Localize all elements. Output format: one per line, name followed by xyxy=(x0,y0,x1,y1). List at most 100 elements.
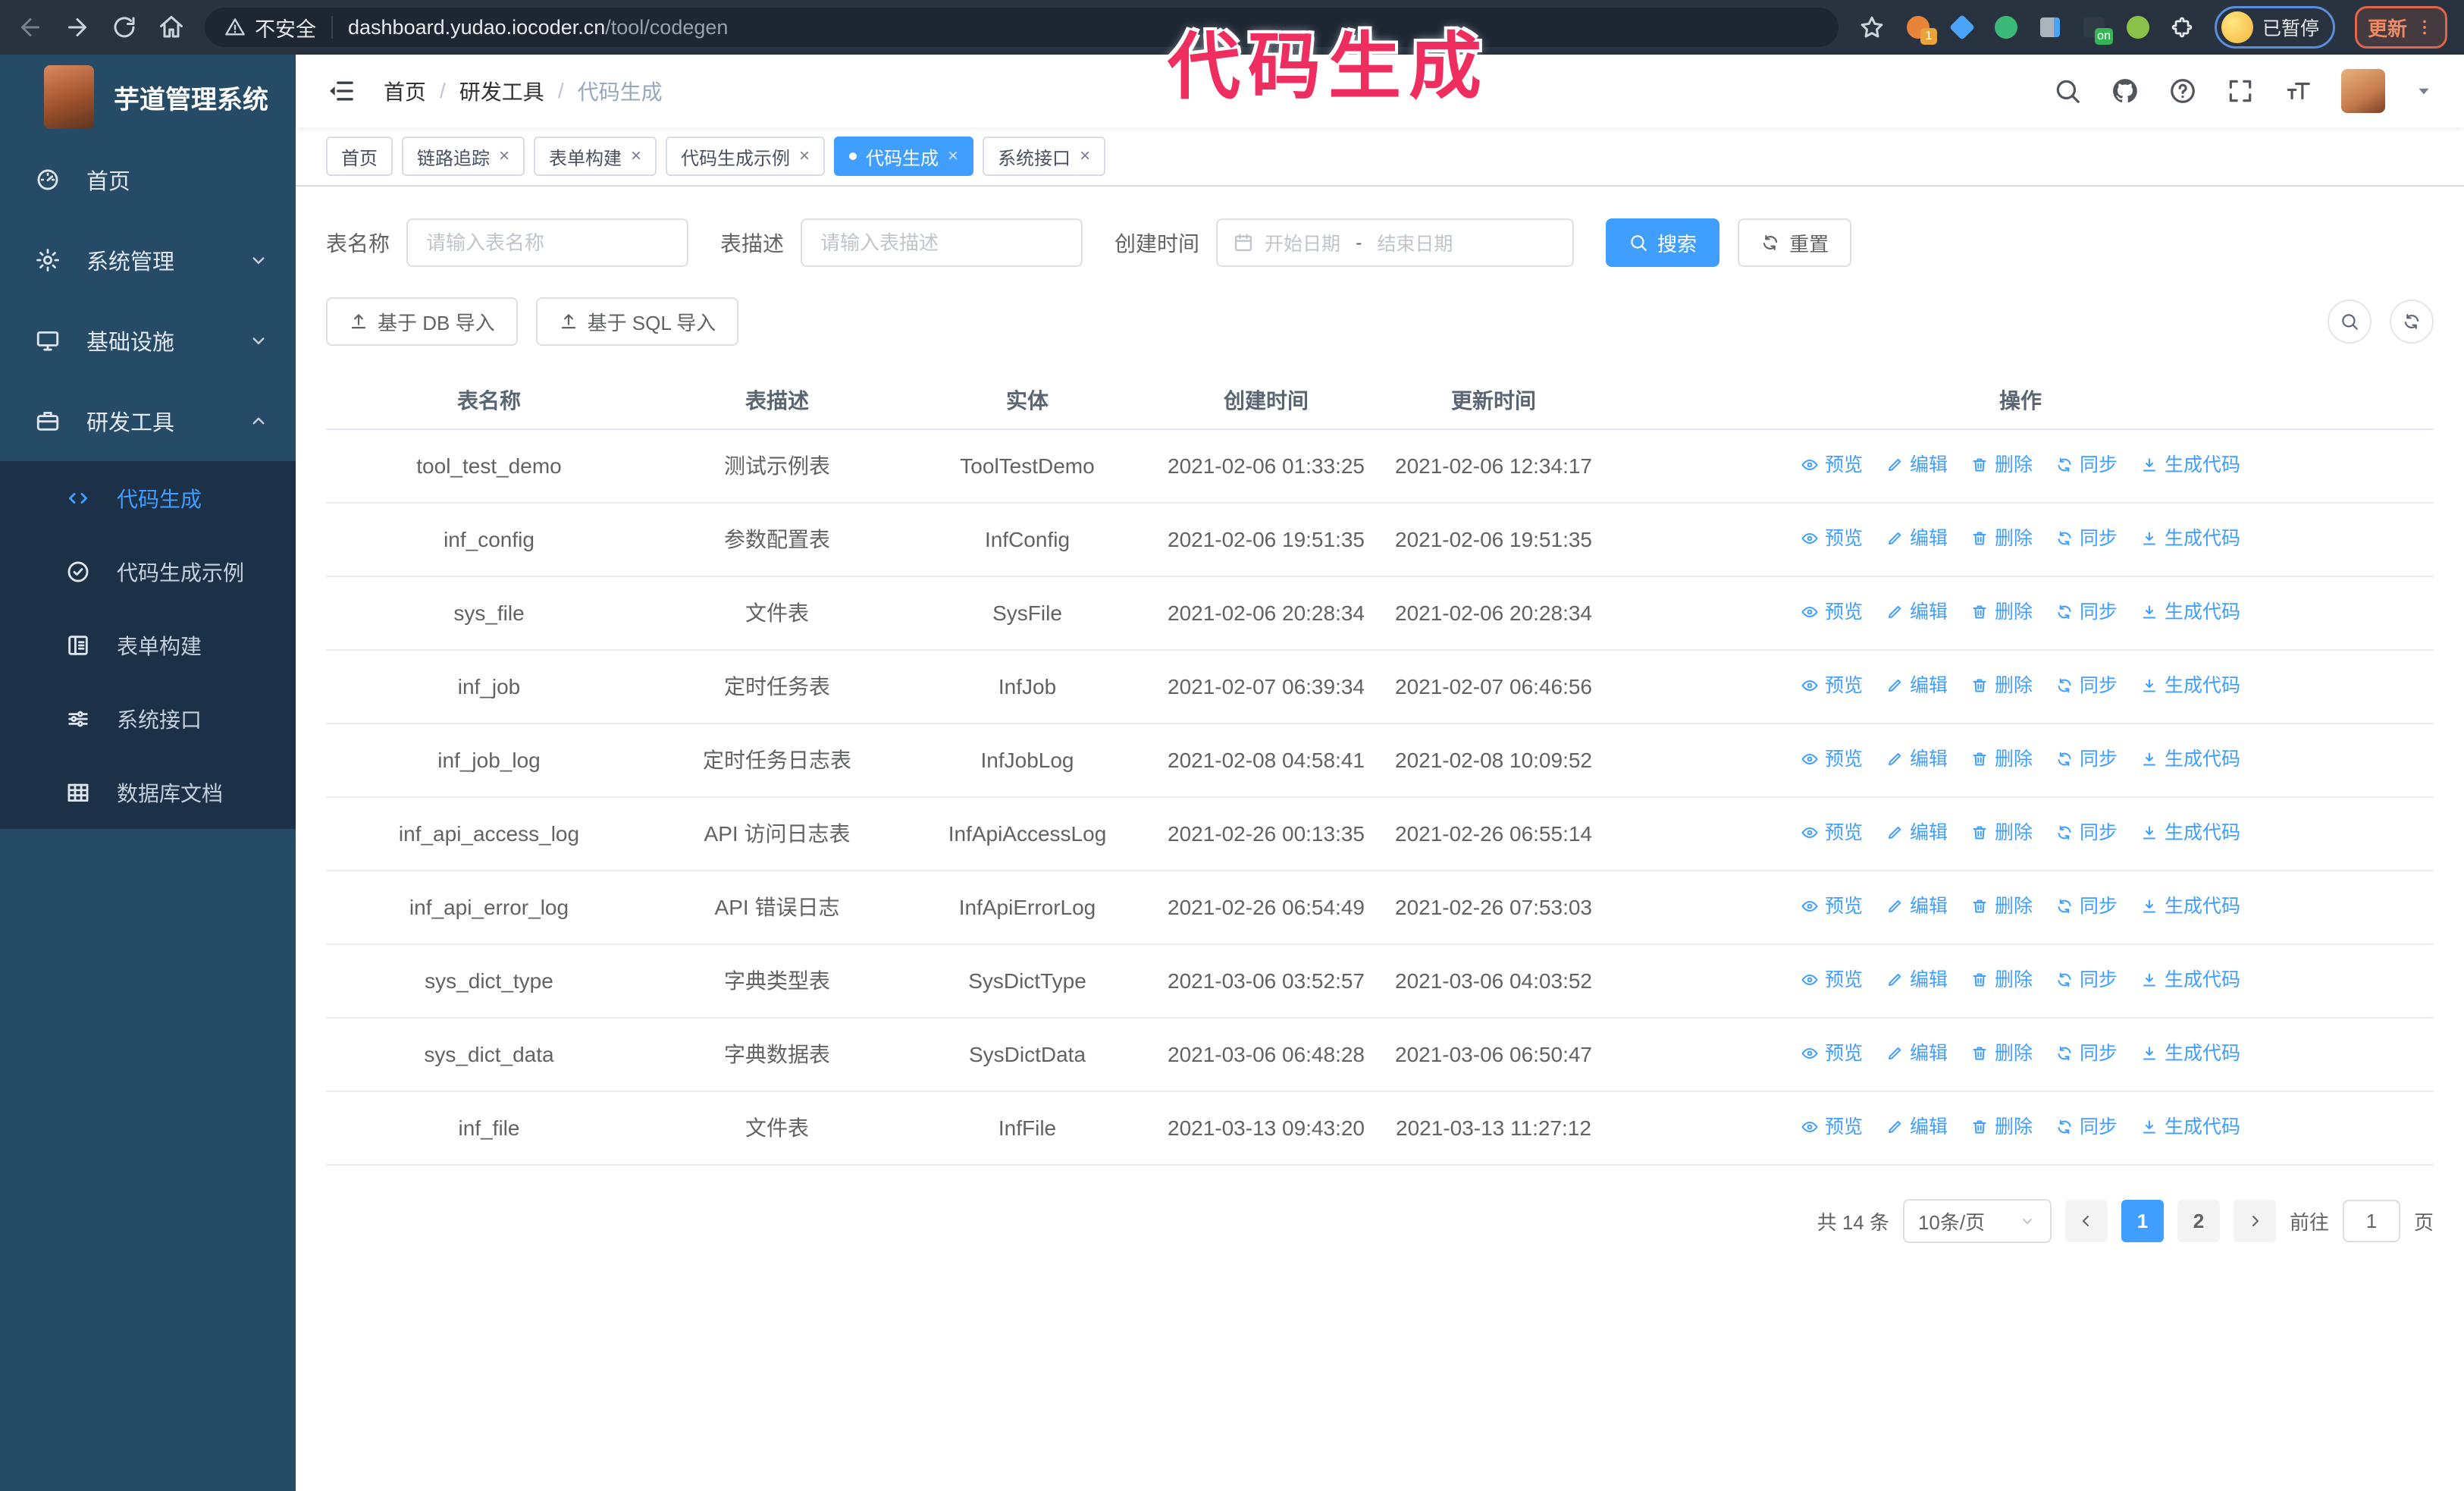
action-delete-link[interactable]: 删除 xyxy=(1970,523,2033,554)
action-preview-link[interactable]: 预览 xyxy=(1801,744,1863,774)
tab-system-api[interactable]: 系统接口 × xyxy=(983,137,1106,176)
search-icon[interactable] xyxy=(2053,77,2082,105)
action-edit-link[interactable]: 编辑 xyxy=(1886,597,1948,627)
action-sync-link[interactable]: 同步 xyxy=(2055,1112,2118,1142)
action-preview-link[interactable]: 预览 xyxy=(1801,891,1863,921)
page-size-select[interactable]: 10条/页 xyxy=(1902,1199,2052,1243)
browser-back-icon[interactable] xyxy=(17,14,44,41)
browser-home-icon[interactable] xyxy=(158,14,185,41)
breadcrumb-item[interactable]: 首页 xyxy=(384,76,426,106)
tab-tracing[interactable]: 链路追踪 × xyxy=(402,137,525,176)
action-delete-link[interactable]: 删除 xyxy=(1970,450,2033,480)
action-delete-link[interactable]: 删除 xyxy=(1970,1112,2033,1142)
breadcrumb-item[interactable]: 研发工具 xyxy=(459,76,544,106)
extension-check-icon[interactable] xyxy=(1993,14,2019,40)
extension-octo-icon[interactable] xyxy=(2125,14,2151,40)
browser-update-button[interactable]: 更新 xyxy=(2354,6,2447,49)
browser-profile-button[interactable]: 已暂停 xyxy=(2214,6,2335,49)
table-desc-input[interactable] xyxy=(801,218,1083,267)
tab-close-icon[interactable]: × xyxy=(948,147,958,165)
action-edit-link[interactable]: 编辑 xyxy=(1886,1112,1948,1142)
action-generate-link[interactable]: 生成代码 xyxy=(2140,450,2240,480)
action-delete-link[interactable]: 删除 xyxy=(1970,670,2033,701)
action-preview-link[interactable]: 预览 xyxy=(1801,670,1863,701)
tab-close-icon[interactable]: × xyxy=(799,147,810,165)
address-bar[interactable]: 不安全 dashboard.yudao.iocoder.cn/tool/code… xyxy=(205,8,1839,47)
action-edit-link[interactable]: 编辑 xyxy=(1886,670,1948,701)
action-preview-link[interactable]: 预览 xyxy=(1801,818,1863,848)
search-button[interactable]: 搜索 xyxy=(1606,218,1720,267)
action-delete-link[interactable]: 删除 xyxy=(1970,818,2033,848)
action-sync-link[interactable]: 同步 xyxy=(2055,597,2118,627)
action-delete-link[interactable]: 删除 xyxy=(1970,965,2033,995)
action-edit-link[interactable]: 编辑 xyxy=(1886,891,1948,921)
import-db-button[interactable]: 基于 DB 导入 xyxy=(326,297,518,346)
action-generate-link[interactable]: 生成代码 xyxy=(2140,1038,2240,1069)
sidebar-item-codegen-example[interactable]: 代码生成示例 xyxy=(0,535,296,608)
fullscreen-icon[interactable] xyxy=(2226,77,2255,105)
user-avatar[interactable] xyxy=(2341,69,2385,113)
app-logo[interactable]: 芋道管理系统 xyxy=(0,55,296,140)
goto-page-input[interactable] xyxy=(2342,1200,2400,1242)
tab-codegen-example[interactable]: 代码生成示例 × xyxy=(666,137,826,176)
sidebar-item-devtools[interactable]: 研发工具 xyxy=(0,381,296,461)
page-button-1[interactable]: 1 xyxy=(2121,1200,2164,1242)
tab-close-icon[interactable]: × xyxy=(631,147,641,165)
font-size-icon[interactable] xyxy=(2284,77,2312,105)
extension-puzzle-icon[interactable] xyxy=(2169,14,2195,40)
browser-forward-icon[interactable] xyxy=(64,14,91,41)
extension-gem-icon[interactable] xyxy=(1948,14,1975,40)
action-edit-link[interactable]: 编辑 xyxy=(1886,965,1948,995)
tab-codegen[interactable]: 代码生成 × xyxy=(834,137,974,176)
action-delete-link[interactable]: 删除 xyxy=(1970,891,2033,921)
tab-home[interactable]: 首页 xyxy=(326,137,393,176)
browser-menu-dots-icon[interactable] xyxy=(2415,17,2434,37)
browser-reload-icon[interactable] xyxy=(111,14,138,41)
help-icon[interactable] xyxy=(2168,77,2197,105)
action-preview-link[interactable]: 预览 xyxy=(1801,1112,1863,1142)
action-preview-link[interactable]: 预览 xyxy=(1801,1038,1863,1069)
tab-close-icon[interactable]: × xyxy=(499,147,509,165)
action-sync-link[interactable]: 同步 xyxy=(2055,670,2118,701)
create-time-range-picker[interactable]: 开始日期 - 结束日期 xyxy=(1216,218,1575,267)
sidebar-item-home[interactable]: 首页 xyxy=(0,140,296,220)
sidebar-item-db-doc[interactable]: 数据库文档 xyxy=(0,755,296,829)
action-sync-link[interactable]: 同步 xyxy=(2055,523,2118,554)
action-preview-link[interactable]: 预览 xyxy=(1801,450,1863,480)
action-edit-link[interactable]: 编辑 xyxy=(1886,1038,1948,1069)
action-delete-link[interactable]: 删除 xyxy=(1970,597,2033,627)
extension-sync-icon[interactable]: 1 xyxy=(1905,14,1937,45)
reset-button[interactable]: 重置 xyxy=(1738,218,1852,267)
sidebar-item-infra[interactable]: 基础设施 xyxy=(0,300,296,381)
prev-page-button[interactable] xyxy=(2064,1200,2108,1242)
table-name-input[interactable] xyxy=(406,218,689,267)
action-sync-link[interactable]: 同步 xyxy=(2055,450,2118,480)
action-sync-link[interactable]: 同步 xyxy=(2055,744,2118,774)
bookmark-star-icon[interactable] xyxy=(1858,14,1886,41)
action-generate-link[interactable]: 生成代码 xyxy=(2140,670,2240,701)
action-sync-link[interactable]: 同步 xyxy=(2055,965,2118,995)
sidebar-item-system[interactable]: 系统管理 xyxy=(0,220,296,300)
action-sync-link[interactable]: 同步 xyxy=(2055,891,2118,921)
action-sync-link[interactable]: 同步 xyxy=(2055,1038,2118,1069)
action-generate-link[interactable]: 生成代码 xyxy=(2140,523,2240,554)
toggle-search-button[interactable] xyxy=(2328,300,2372,344)
github-icon[interactable] xyxy=(2111,77,2140,105)
action-generate-link[interactable]: 生成代码 xyxy=(2140,891,2240,921)
action-generate-link[interactable]: 生成代码 xyxy=(2140,818,2240,848)
sidebar-item-system-api[interactable]: 系统接口 xyxy=(0,682,296,755)
action-delete-link[interactable]: 删除 xyxy=(1970,744,2033,774)
user-menu-caret-icon[interactable] xyxy=(2414,81,2434,101)
extension-switch-icon[interactable]: on xyxy=(2081,14,2113,45)
action-edit-link[interactable]: 编辑 xyxy=(1886,744,1948,774)
sidebar-item-form-builder[interactable]: 表单构建 xyxy=(0,608,296,682)
tab-close-icon[interactable]: × xyxy=(1080,147,1090,165)
action-preview-link[interactable]: 预览 xyxy=(1801,523,1863,554)
extension-stats-icon[interactable] xyxy=(2037,14,2063,40)
action-edit-link[interactable]: 编辑 xyxy=(1886,523,1948,554)
page-button-2[interactable]: 2 xyxy=(2177,1200,2220,1242)
refresh-table-button[interactable] xyxy=(2390,300,2434,344)
action-delete-link[interactable]: 删除 xyxy=(1970,1038,2033,1069)
sidebar-collapse-icon[interactable] xyxy=(326,76,356,106)
sidebar-item-codegen[interactable]: 代码生成 xyxy=(0,461,296,535)
